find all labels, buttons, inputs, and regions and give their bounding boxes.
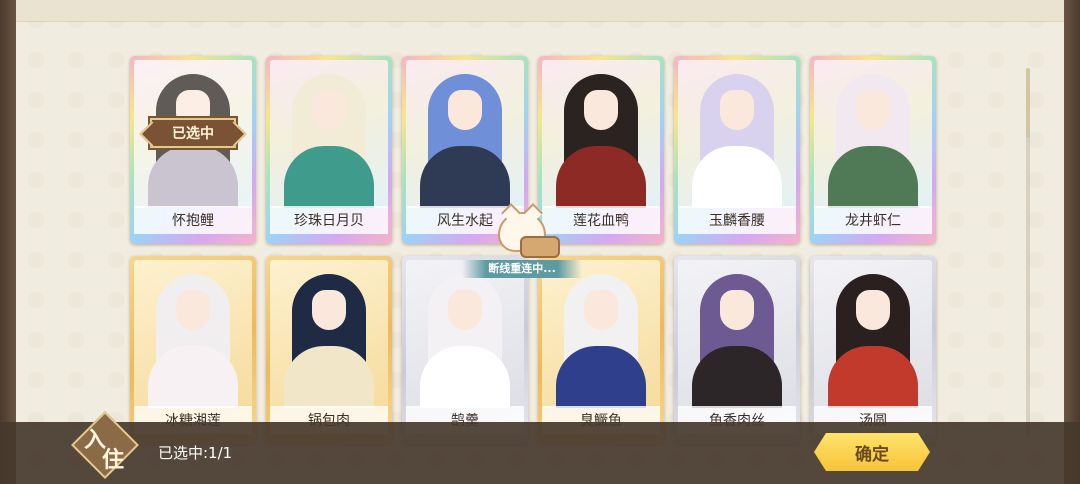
- character-outfit: [420, 346, 510, 408]
- character-name: 龙井虾仁: [814, 206, 932, 234]
- character-portrait: [134, 260, 252, 408]
- scrollbar[interactable]: [1026, 68, 1030, 438]
- character-outfit: [284, 346, 374, 408]
- character-portrait: [678, 60, 796, 208]
- character-portrait: [270, 60, 388, 208]
- selected-count: 已选中:1/1: [158, 444, 233, 462]
- character-portrait: [814, 60, 932, 208]
- character-outfit: [828, 346, 918, 408]
- character-face: [584, 290, 618, 330]
- character-card[interactable]: 汤圆: [810, 256, 936, 444]
- checkin-char-2: 住: [102, 447, 125, 473]
- character-face: [720, 290, 754, 330]
- panel-top-strip: [16, 0, 1064, 22]
- character-name: 怀抱鲤: [134, 206, 252, 234]
- confirm-button[interactable]: 确定: [814, 433, 930, 471]
- character-portrait: [678, 260, 796, 408]
- character-face: [584, 90, 618, 130]
- character-face: [176, 290, 210, 330]
- character-face: [856, 290, 890, 330]
- character-portrait: [542, 260, 660, 408]
- character-outfit: [828, 146, 918, 208]
- character-card[interactable]: 锅包肉: [266, 256, 392, 444]
- character-card[interactable]: 龙井虾仁: [810, 56, 936, 244]
- steamer-basket-icon: [520, 236, 560, 258]
- character-card[interactable]: 怀抱鲤 已选中: [130, 56, 256, 244]
- character-face: [856, 90, 890, 130]
- right-edge: [1064, 0, 1080, 484]
- character-outfit: [556, 146, 646, 208]
- character-outfit: [692, 146, 782, 208]
- character-face: [720, 90, 754, 130]
- scrollbar-thumb[interactable]: [1026, 68, 1030, 138]
- character-outfit: [420, 146, 510, 208]
- character-outfit: [692, 346, 782, 408]
- character-card[interactable]: 珍珠日月贝: [266, 56, 392, 244]
- character-card[interactable]: 鹄羹: [402, 256, 528, 444]
- character-card[interactable]: 臭鳜鱼: [538, 256, 664, 444]
- character-portrait: [542, 60, 660, 208]
- character-outfit: [148, 346, 238, 408]
- reconnect-text: 断线重连中...: [462, 260, 582, 278]
- reconnecting-indicator: 断线重连中...: [462, 212, 582, 282]
- character-card[interactable]: 玉麟香腰: [674, 56, 800, 244]
- character-face: [448, 290, 482, 330]
- character-name: 玉麟香腰: [678, 206, 796, 234]
- selected-badge: 已选中: [150, 118, 236, 148]
- character-portrait: [814, 260, 932, 408]
- character-card[interactable]: 冰糖湘莲: [130, 256, 256, 444]
- left-edge: [0, 0, 16, 484]
- character-outfit: [556, 346, 646, 408]
- character-name: 珍珠日月贝: [270, 206, 388, 234]
- character-face: [312, 290, 346, 330]
- character-face: [448, 90, 482, 130]
- character-portrait: [406, 260, 524, 408]
- character-face: [312, 90, 346, 130]
- character-card[interactable]: 鱼香肉丝: [674, 256, 800, 444]
- character-outfit: [284, 146, 374, 208]
- character-portrait: [406, 60, 524, 208]
- checkin-emblem: 入 住: [71, 411, 139, 479]
- character-portrait: [270, 260, 388, 408]
